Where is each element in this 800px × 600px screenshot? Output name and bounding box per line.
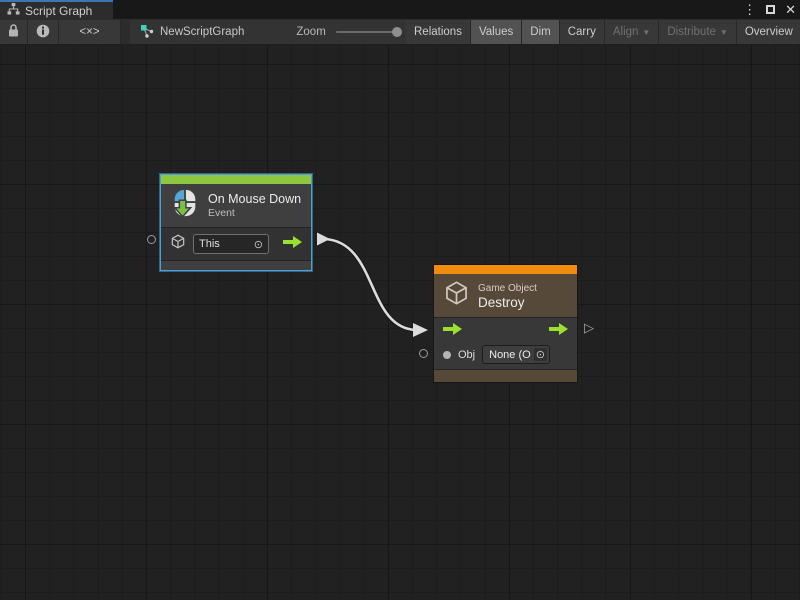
value-input-port[interactable] — [419, 349, 428, 358]
info-icon — [36, 24, 50, 41]
node-header[interactable]: Game Object Destroy — [434, 274, 577, 317]
lock-icon — [8, 24, 19, 40]
tab-bar: Script Graph ⋮ ✕ — [0, 0, 800, 19]
maximize-icon[interactable] — [766, 1, 775, 19]
button-label: Values — [479, 26, 513, 38]
node-category: Game Object — [478, 282, 537, 295]
chevron-down-icon: ▼ — [642, 28, 650, 37]
node-header[interactable]: On Mouse Down Event — [161, 184, 311, 227]
info-button[interactable] — [28, 20, 59, 44]
graph-toolbar: <×> NewScriptGraph Zoom 1x Relations — [0, 19, 800, 45]
toolbar-button-align[interactable]: Align ▼ — [605, 20, 660, 44]
node-footer — [434, 370, 577, 382]
toolbar-right-group: Relations Values Dim Carry Align ▼ Distr… — [406, 19, 800, 44]
zoom-slider-handle[interactable] — [392, 27, 402, 37]
node-subtitle: Event — [208, 207, 301, 220]
mouse-down-event-icon — [170, 188, 200, 223]
flow-connection — [0, 45, 800, 600]
game-object-cube-icon — [170, 233, 186, 255]
connection-start-arrowhead — [317, 233, 330, 246]
toolbar-button-overview[interactable]: Overview — [737, 20, 800, 44]
toolbar-graph-section: NewScriptGraph Zoom 1x — [130, 20, 429, 44]
connection-end-arrowhead — [413, 323, 428, 337]
graph-name-label[interactable]: NewScriptGraph — [160, 26, 244, 38]
node-destroy[interactable]: Game Object Destroy — [433, 264, 578, 383]
value-input-port[interactable] — [147, 235, 156, 244]
target-object-field[interactable]: This ⊙ — [193, 234, 269, 254]
obj-object-field[interactable]: None (O ⊙ — [482, 345, 550, 364]
graph-hierarchy-icon — [7, 3, 20, 18]
button-label: Overview — [745, 26, 793, 38]
flow-output-port[interactable] — [549, 322, 568, 340]
close-icon[interactable]: ✕ — [785, 0, 796, 19]
param-value: None (O — [489, 349, 531, 361]
lock-button[interactable] — [0, 20, 28, 44]
zoom-label: Zoom — [296, 26, 325, 38]
chevron-down-icon: ▼ — [720, 28, 728, 37]
kebab-menu-icon[interactable]: ⋮ — [743, 0, 756, 19]
toolbar-button-values[interactable]: Values — [471, 20, 522, 44]
game-object-cube-icon — [443, 279, 470, 312]
button-label: Distribute — [667, 26, 716, 38]
node-on-mouse-down[interactable]: On Mouse Down Event This ⊙ — [160, 174, 312, 271]
tab-title: Script Graph — [25, 4, 92, 18]
event-accent-strip — [161, 175, 311, 184]
object-picker-icon[interactable]: ⊙ — [254, 238, 263, 251]
tab-script-graph[interactable]: Script Graph — [0, 0, 113, 19]
button-label: Dim — [530, 26, 550, 38]
node-footer — [161, 261, 311, 270]
script-graph-window: Script Graph ⋮ ✕ — [0, 0, 800, 600]
node-title: On Mouse Down — [208, 192, 301, 207]
graph-canvas[interactable]: On Mouse Down Event This ⊙ — [0, 45, 800, 600]
node-body: This ⊙ — [161, 227, 311, 261]
node-body: Obj None (O ⊙ — [434, 317, 577, 370]
target-value: This — [199, 238, 220, 250]
button-label: Align — [613, 26, 639, 38]
toolbar-button-relations[interactable]: Relations — [406, 20, 471, 44]
zoom-slider[interactable] — [336, 31, 398, 33]
object-picker-icon[interactable]: ⊙ — [534, 348, 547, 361]
param-label: Obj — [458, 349, 475, 361]
flow-output-port[interactable] — [283, 235, 302, 253]
unit-accent-strip — [434, 265, 577, 274]
toolbar-left-group: <×> — [0, 19, 121, 44]
button-label: Relations — [414, 26, 462, 38]
node-title: Destroy — [478, 295, 537, 310]
toolbar-button-dim[interactable]: Dim — [522, 20, 559, 44]
obj-value-port[interactable] — [443, 351, 451, 359]
code-view-button[interactable]: <×> — [59, 20, 121, 44]
toolbar-button-carry[interactable]: Carry — [560, 20, 605, 44]
code-icon: <×> — [79, 26, 99, 38]
flow-continue-triangle-icon[interactable]: ▷ — [584, 321, 594, 334]
script-graph-asset-icon — [140, 24, 154, 41]
toolbar-button-distribute[interactable]: Distribute ▼ — [659, 20, 737, 44]
flow-input-port[interactable] — [443, 322, 462, 340]
button-label: Carry — [568, 26, 596, 38]
window-controls: ⋮ ✕ — [743, 0, 796, 19]
